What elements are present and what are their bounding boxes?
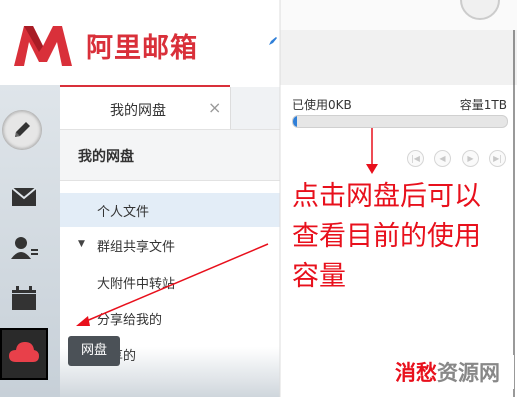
tab-label: 我的网盘: [110, 103, 166, 119]
used-space-label: 已使用0KB: [292, 98, 352, 112]
watermark: 消愁 资源网: [389, 355, 514, 389]
prev-page-icon[interactable]: ◀: [434, 150, 451, 167]
panel-title-bar: 我的网盘: [60, 129, 280, 181]
nav-item-group-shared[interactable]: ▼ 群组共享文件: [60, 228, 280, 262]
mail-icon[interactable]: [10, 185, 40, 211]
nav-item-large-attachments[interactable]: 大附件中转站: [60, 265, 280, 299]
netdisk-nav-panel: 我的网盘 × 我的网盘 个人文件 ▼ 群组共享文件 大附件中转站 分享给我的 分…: [60, 85, 281, 397]
annotation-text: 点击网盘后可以查看目前的使用容量: [292, 181, 481, 292]
next-page-icon[interactable]: ▶: [462, 150, 479, 167]
tab-strip-background: [230, 87, 281, 129]
storage-progress-bar: [292, 115, 508, 128]
first-page-icon[interactable]: |◀: [407, 150, 424, 167]
storage-progress-fill: [293, 116, 298, 127]
nav-item-label: 个人文件: [97, 205, 150, 220]
capacity-label: 容量1TB: [459, 98, 507, 112]
left-rail: [0, 85, 60, 397]
pen-icon[interactable]: [268, 36, 278, 46]
nav-item-shared-to-me[interactable]: 分享给我的: [60, 301, 280, 335]
nav-item-label: 大附件中转站: [97, 277, 176, 292]
nav-item-label: 分享给我的: [97, 313, 163, 328]
netdisk-tooltip: 网盘: [68, 336, 120, 366]
watermark-part1: 消愁: [395, 361, 437, 385]
header: 阿里邮箱: [0, 0, 280, 85]
toolbar-band: [280, 30, 517, 85]
nav-item-label: 群组共享文件: [97, 240, 176, 255]
contacts-icon[interactable]: [10, 235, 40, 261]
compose-button[interactable]: [2, 110, 42, 150]
panel-title: 我的网盘: [78, 149, 134, 165]
pencil-icon: [15, 122, 30, 137]
calendar-icon[interactable]: [10, 285, 40, 311]
netdisk-button[interactable]: [0, 328, 48, 380]
storage-panel: 已使用0KB 容量1TB |◀ ◀ ▶ ▶| 点击网盘后可以查看目前的使用容量: [280, 0, 517, 397]
aliyun-mail-logo-icon: [14, 26, 72, 66]
caret-down-icon[interactable]: ▼: [78, 239, 85, 249]
nav-item-personal-files[interactable]: 个人文件: [60, 193, 280, 227]
tab-my-netdisk[interactable]: 我的网盘 ×: [60, 85, 230, 131]
watermark-part2: 资源网: [437, 361, 500, 385]
logo-text: 阿里邮箱: [86, 33, 198, 64]
last-page-icon[interactable]: ▶|: [489, 150, 506, 167]
cloud-icon: [9, 342, 39, 362]
close-icon[interactable]: ×: [208, 98, 221, 117]
